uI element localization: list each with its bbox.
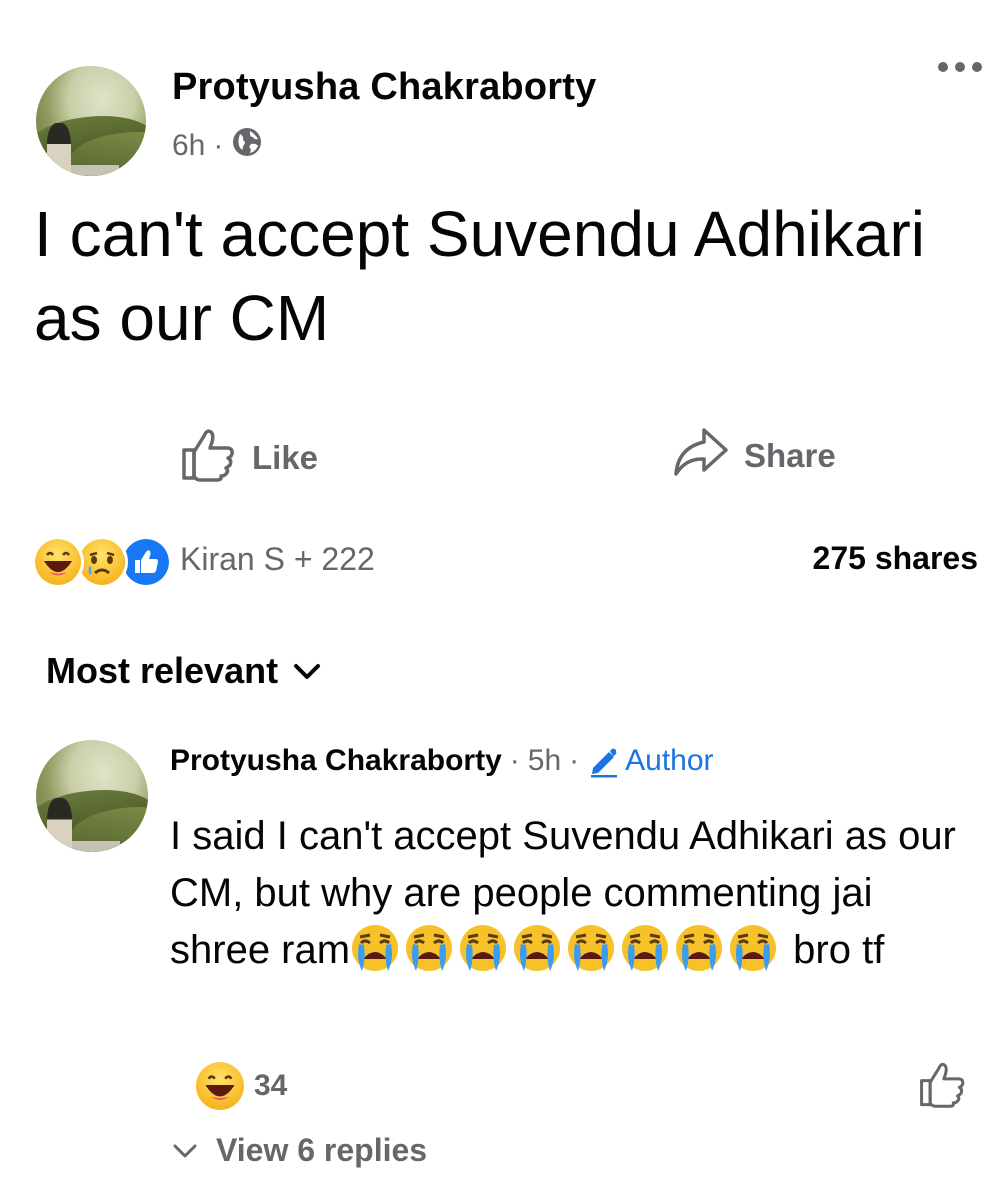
loudly-crying-face-icon <box>458 923 508 973</box>
post-time[interactable]: 6h <box>172 129 205 163</box>
laugh-emoji-icon <box>32 536 84 588</box>
like-button[interactable]: Like <box>180 426 318 490</box>
chevron-down-icon <box>173 1144 197 1157</box>
loudly-crying-face-icon <box>566 923 616 973</box>
globe-icon <box>231 126 263 166</box>
comment-like-button[interactable] <box>918 1060 968 1113</box>
poster-name[interactable]: Protyusha Chakraborty <box>172 66 596 109</box>
thumbs-up-icon <box>180 426 238 490</box>
author-badge-label: Author <box>625 744 714 777</box>
comment-header: Protyusha Chakraborty · 5h · Author <box>170 744 714 778</box>
crying-emoji-group <box>350 925 782 972</box>
author-badge: Author <box>587 744 714 778</box>
like-label: Like <box>252 439 319 476</box>
reactions-summary[interactable]: Kiran S + 222 <box>32 534 375 588</box>
comment-separator: · <box>569 744 580 777</box>
chevron-down-icon <box>292 650 322 692</box>
loudly-crying-face-icon <box>512 923 562 973</box>
view-replies-button[interactable]: View 6 replies <box>172 1132 427 1169</box>
commenter-avatar[interactable] <box>36 740 148 852</box>
loudly-crying-face-icon <box>728 923 778 973</box>
comment-reaction-count: 34 <box>254 1069 288 1102</box>
view-replies-label: View 6 replies <box>216 1132 428 1168</box>
meta-separator: · <box>213 129 224 162</box>
sort-label: Most relevant <box>46 650 279 691</box>
pencil-icon <box>591 748 618 778</box>
loudly-crying-face-icon <box>350 923 400 973</box>
comment-separator: · <box>509 744 520 777</box>
share-arrow-icon <box>672 426 730 486</box>
post-meta: 6h · <box>172 126 263 166</box>
comments-sort-dropdown[interactable]: Most relevant <box>46 650 322 692</box>
shares-count[interactable]: 275 shares <box>813 540 978 577</box>
more-options-icon[interactable] <box>938 62 982 72</box>
poster-avatar[interactable] <box>36 66 146 176</box>
comment-reactions[interactable]: 34 <box>196 1062 287 1110</box>
post-text: I can't accept Suvendu Adhikari as our C… <box>34 198 925 354</box>
loudly-crying-face-icon <box>674 923 724 973</box>
share-label: Share <box>744 437 836 474</box>
thumbs-up-icon <box>920 1062 965 1108</box>
loudly-crying-face-icon <box>620 923 670 973</box>
comment-text-part2: bro tf <box>782 928 885 972</box>
comment-time[interactable]: 5h <box>528 744 561 778</box>
laugh-emoji-icon <box>196 1062 244 1110</box>
share-button[interactable]: Share <box>672 426 836 486</box>
reactions-label: Kiran S + 222 <box>180 540 375 577</box>
loudly-crying-face-icon <box>404 923 454 973</box>
comment-text: I said I can't accept Suvendu Adhikari a… <box>170 808 980 979</box>
commenter-name[interactable]: Protyusha Chakraborty <box>170 744 502 778</box>
